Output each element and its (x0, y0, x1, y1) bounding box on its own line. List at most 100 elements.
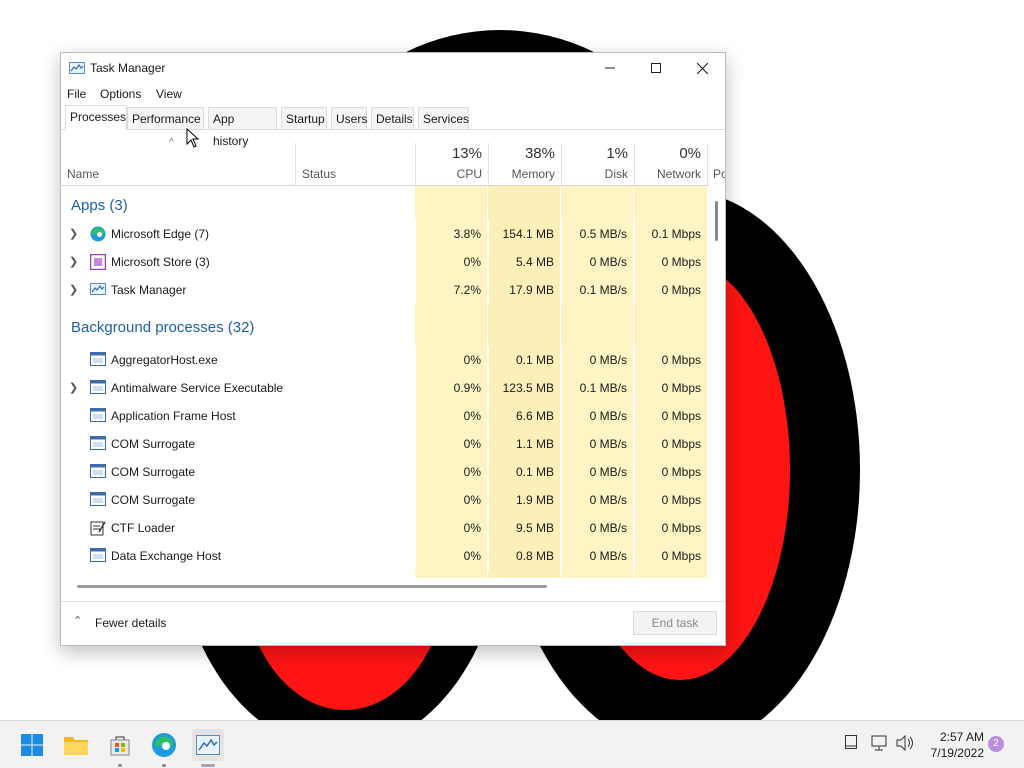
memory-value: 1.9 MB (488, 486, 560, 514)
menu-options[interactable]: Options (100, 87, 141, 101)
maximize-button[interactable] (633, 53, 679, 83)
memory-value: 1.1 MB (488, 430, 560, 458)
column-name[interactable]: Name (61, 143, 295, 185)
table-row[interactable]: Data Exchange Host 0% 0.8 MB 0 MB/s 0 Mbps (61, 542, 709, 570)
process-name: Data Exchange Host (111, 549, 222, 563)
disk-value: 0 MB/s (561, 486, 633, 514)
active-app-indicator (201, 764, 215, 767)
running-indicator (118, 764, 122, 767)
minimize-button[interactable] (587, 53, 633, 83)
tab-app-history[interactable]: App history (208, 107, 277, 148)
network-value: 0 Mbps (634, 514, 707, 542)
process-list: Apps (3) ❯ Microsoft Edge (7) 3.8% 154.1 MB… (61, 186, 709, 578)
tab-performance[interactable]: Performance (127, 107, 204, 129)
network-value: 0 Mbps (634, 276, 707, 304)
column-memory-label: Memory (511, 167, 555, 181)
table-row[interactable]: COM Surrogate 0% 1.1 MB 0 MB/s 0 Mbps (61, 430, 709, 458)
system-clock[interactable]: 2:57 AM 7/19/2022 (900, 729, 984, 761)
network-value: 0 Mbps (634, 346, 707, 374)
disk-value: 0 MB/s (561, 458, 633, 486)
notification-badge[interactable]: 2 (988, 736, 1004, 752)
chevron-up-icon[interactable]: ⌃ (73, 614, 82, 627)
table-row[interactable]: ❯ Microsoft Edge (7) 3.8% 154.1 MB 0.5 MB/s 0… (61, 220, 709, 248)
menu-bar: File Options View (61, 83, 725, 105)
cpu-value: 0% (415, 402, 487, 430)
chevron-right-icon[interactable]: ❯ (69, 374, 79, 402)
network-value: 0 Mbps (634, 486, 707, 514)
clock-date: 7/19/2022 (930, 746, 984, 760)
taskbar: 2:57 AM 7/19/2022 2 (0, 720, 1024, 768)
tab-details[interactable]: Details (371, 107, 414, 129)
disk-value: 0 MB/s (561, 402, 633, 430)
memory-value: 154.1 MB (488, 220, 560, 248)
table-row[interactable]: Application Frame Host 0% 6.6 MB 0 MB/s 0 Mb… (61, 402, 709, 430)
column-status[interactable]: Status (295, 143, 415, 185)
disk-value: 0.5 MB/s (561, 220, 633, 248)
table-row[interactable]: COM Surrogate 0% 0.1 MB 0 MB/s 0 Mbps (61, 458, 709, 486)
table-row[interactable]: ❯ Antimalware Service Executable 0.9% 123.5… (61, 374, 709, 402)
taskbar-edge[interactable] (148, 729, 180, 767)
memory-value: 9.5 MB (488, 514, 560, 542)
column-power-partial[interactable]: Po (707, 143, 725, 185)
column-header-row: ^ Name Status 13% CPU 38% Memory 1% Disk… (61, 137, 725, 186)
chevron-right-icon[interactable]: ❯ (69, 248, 79, 276)
clock-time: 2:57 AM (939, 730, 984, 744)
start-icon (21, 734, 43, 756)
column-network[interactable]: 0% Network (634, 143, 707, 185)
column-cpu[interactable]: 13% CPU (415, 143, 488, 185)
store-icon (110, 736, 130, 756)
tab-users[interactable]: Users (331, 107, 367, 129)
column-disk-label: Disk (604, 167, 628, 181)
fewer-details-link[interactable]: Fewer details (95, 616, 166, 630)
column-memory[interactable]: 38% Memory (488, 143, 561, 185)
window-title: Task Manager (90, 61, 166, 75)
column-disk[interactable]: 1% Disk (561, 143, 634, 185)
menu-file[interactable]: File (67, 87, 86, 101)
menu-view[interactable]: View (156, 87, 182, 101)
table-row[interactable]: CTF Loader 0% 9.5 MB 0 MB/s 0 Mbps (61, 514, 709, 542)
close-button[interactable] (679, 53, 725, 83)
process-icon (90, 436, 106, 452)
table-row[interactable]: ❯ Microsoft Store (3) 0% 5.4 MB 0 MB/s 0 Mbps (61, 248, 709, 276)
start-button[interactable] (16, 729, 48, 761)
process-name: Antimalware Service Executable (111, 381, 284, 395)
process-icon (90, 380, 106, 396)
column-cpu-label: CPU (456, 167, 482, 181)
network-value: 0 Mbps (634, 458, 707, 486)
tab-services[interactable]: Services (418, 107, 469, 129)
memory-total-percent: 38% (524, 145, 555, 162)
cpu-value: 0% (415, 458, 487, 486)
table-row[interactable]: COM Surrogate 0% 1.9 MB 0 MB/s 0 Mbps (61, 486, 709, 514)
horizontal-scrollbar[interactable] (77, 585, 547, 588)
taskbar-store[interactable] (104, 729, 136, 767)
table-row[interactable]: AggregatorHost.exe 0% 0.1 MB 0 MB/s 0 Mbps (61, 346, 709, 374)
action-center-icon[interactable] (845, 735, 857, 752)
process-name: Microsoft Edge (7) (111, 227, 210, 241)
network-value: 0 Mbps (634, 542, 707, 570)
task-manager-icon (90, 282, 106, 298)
process-icon (90, 464, 106, 480)
process-name: Application Frame Host (111, 409, 236, 423)
end-task-button[interactable]: End task (633, 611, 717, 635)
disk-value: 0.1 MB/s (561, 374, 633, 402)
network-value: 0 Mbps (634, 374, 707, 402)
taskbar-task-manager[interactable] (192, 729, 224, 767)
disk-value: 0 MB/s (561, 514, 633, 542)
tab-strip: Processes Performance App history Startu… (61, 105, 725, 148)
group-apps-label: Apps (3) (71, 197, 128, 214)
table-row[interactable]: ❯ Task Manager 7.2% 17.9 MB 0.1 MB/s 0 Mbps (61, 276, 709, 304)
tab-startup[interactable]: Startup (281, 107, 327, 129)
taskbar-file-explorer[interactable] (60, 729, 92, 761)
memory-value: 17.9 MB (488, 276, 560, 304)
memory-value: 6.6 MB (488, 402, 560, 430)
title-bar[interactable]: Task Manager (61, 53, 725, 83)
cpu-value: 0% (415, 346, 487, 374)
chevron-right-icon[interactable]: ❯ (69, 220, 79, 248)
vertical-scrollbar[interactable] (715, 201, 718, 241)
group-background-label: Background processes (32) (71, 319, 255, 336)
process-name: CTF Loader (111, 521, 176, 535)
network-icon[interactable] (871, 735, 889, 754)
tab-processes[interactable]: Processes (65, 105, 127, 130)
cpu-total-percent: 13% (451, 145, 482, 162)
chevron-right-icon[interactable]: ❯ (69, 276, 79, 304)
